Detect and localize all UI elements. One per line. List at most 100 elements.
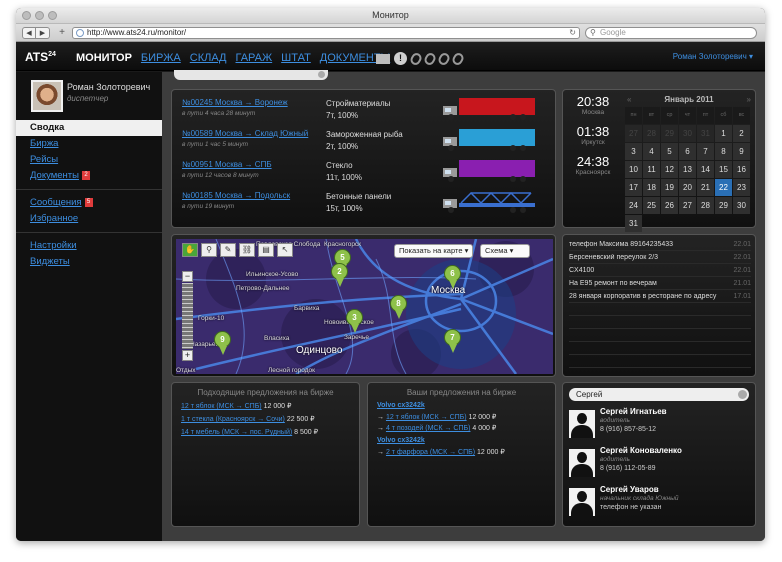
offer-link[interactable]: 12 т яблок (МСК → СПБ)	[181, 403, 262, 410]
hand-icon[interactable]: ✋	[182, 243, 198, 257]
calendar-day[interactable]: 23	[733, 179, 750, 196]
calendar-day[interactable]: 25	[643, 197, 660, 214]
logo[interactable]: ATS24	[25, 50, 56, 64]
order-link[interactable]: №00245 Москва → Воронеж	[182, 98, 288, 107]
next-month-button[interactable]: »	[747, 93, 751, 107]
offer-link[interactable]: 12 т яблок (МСК → СПБ)	[386, 414, 467, 421]
vehicle-pin[interactable]: 2	[331, 263, 348, 288]
back-button[interactable]: ◀	[22, 27, 36, 39]
calendar-day[interactable]: 5	[661, 143, 678, 160]
zoom-out-button[interactable]: −	[182, 271, 193, 282]
calendar-day[interactable]: 24	[625, 197, 642, 214]
sidebar-item-messages[interactable]: Сообщения 5	[16, 195, 162, 211]
paperclip-icon[interactable]	[408, 50, 424, 67]
calendar-day[interactable]: 11	[643, 161, 660, 178]
ruler-icon[interactable]: ✎	[220, 243, 236, 257]
address-bar[interactable]: http://www.ats24.ru/monitor/ ↻	[72, 27, 580, 39]
order-link[interactable]: №00185 Москва → Подольск	[182, 191, 290, 200]
note-row-empty[interactable]	[569, 317, 751, 329]
calendar-day[interactable]: 27	[679, 197, 696, 214]
calendar-day[interactable]: 31	[697, 125, 714, 142]
calendar-day[interactable]: 27	[625, 125, 642, 142]
calendar-day[interactable]: 15	[715, 161, 732, 178]
sidebar-item-exchange[interactable]: Биржа	[16, 136, 162, 152]
calendar-day[interactable]: 1	[715, 125, 732, 142]
calendar-day[interactable]: 29	[715, 197, 732, 214]
calendar-day[interactable]: 20	[679, 179, 696, 196]
note-row[interactable]: Берсеневский переулок 2/3 22.01	[569, 252, 751, 264]
note-row-empty[interactable]	[569, 356, 751, 368]
vehicle-pin[interactable]: 8	[390, 295, 407, 320]
sidebar-item-settings[interactable]: Настройки	[16, 238, 162, 254]
show-on-map-dropdown[interactable]: Показать на карте ▾	[394, 244, 474, 258]
paperclip-icon[interactable]	[422, 50, 438, 67]
note-row[interactable]: телефон Максима 89164235433 22.01	[569, 239, 751, 251]
nav-exchange[interactable]: БИРЖА	[141, 52, 181, 64]
vehicle-pin[interactable]: 7	[444, 329, 461, 354]
calendar-day[interactable]: 17	[625, 179, 642, 196]
calendar-day[interactable]: 29	[661, 125, 678, 142]
calendar-day[interactable]: 30	[733, 197, 750, 214]
zoom-slider[interactable]	[182, 283, 193, 349]
paperclip-icon[interactable]	[450, 50, 466, 67]
calendar-day[interactable]: 31	[625, 215, 642, 232]
calendar-day[interactable]: 21	[697, 179, 714, 196]
note-row-empty[interactable]	[569, 343, 751, 355]
contact-search-input[interactable]: Сергей	[569, 388, 749, 401]
zoom-in-button[interactable]: +	[182, 350, 193, 361]
nav-warehouse[interactable]: СКЛАД	[190, 52, 227, 64]
calendar-day[interactable]: 12	[661, 161, 678, 178]
note-row[interactable]: 28 января корпоратив в ресторане по адре…	[569, 291, 751, 303]
cursor-icon[interactable]: ↖	[277, 243, 293, 257]
contact-card[interactable]: Сергей Игнатьев водитель 8 (916) 857-85-…	[569, 407, 751, 445]
offer-link[interactable]: 4 т позодей (МСК → СПБ)	[386, 425, 471, 432]
global-search-input[interactable]	[174, 70, 328, 80]
mail-icon[interactable]	[376, 53, 390, 64]
map-type-dropdown[interactable]: Схема ▾	[480, 244, 530, 258]
sidebar-item-widgets[interactable]: Виджеты	[16, 254, 162, 270]
calendar-day[interactable]: 18	[643, 179, 660, 196]
vehicle-pin[interactable]: 9	[214, 331, 231, 356]
note-row[interactable]: CX4100 22.01	[569, 265, 751, 277]
contact-card[interactable]: Сергей Коноваленко водитель 8 (916) 112-…	[569, 446, 751, 484]
calendar-day[interactable]: 30	[679, 125, 696, 142]
calendar-day-today[interactable]: 22	[715, 179, 732, 196]
calendar-day[interactable]: 9	[733, 143, 750, 160]
paperclip-icon[interactable]	[436, 50, 452, 67]
offer-link[interactable]: 1 т стекла (Красноярск → Сочи)	[181, 416, 285, 423]
calendar-day[interactable]: 6	[679, 143, 696, 160]
note-row[interactable]: На Е95 ремонт по вечерам 21.01	[569, 278, 751, 290]
calendar-day[interactable]: 2	[733, 125, 750, 142]
nav-staff[interactable]: ШТАТ	[281, 52, 311, 64]
print-icon[interactable]: ▤	[258, 243, 274, 257]
nav-monitor[interactable]: МОНИТОР	[76, 52, 132, 64]
note-row-empty[interactable]	[569, 304, 751, 316]
contact-card[interactable]: Сергей Уваров начальник склада Южный тел…	[569, 485, 751, 523]
sidebar-item-trips[interactable]: Рейсы	[16, 152, 162, 168]
calendar-day[interactable]: 8	[715, 143, 732, 160]
add-bookmark-button[interactable]: +	[56, 27, 68, 39]
reload-icon[interactable]: ↻	[569, 28, 576, 38]
calendar-day[interactable]: 7	[697, 143, 714, 160]
sidebar-item-summary[interactable]: Сводка	[16, 120, 162, 136]
vehicle-pin[interactable]: 3	[346, 309, 363, 334]
link-icon[interactable]: ⛓	[239, 243, 255, 257]
calendar-day[interactable]: 28	[643, 125, 660, 142]
magnifier-icon[interactable]: ⚲	[201, 243, 217, 257]
sidebar-item-favorites[interactable]: Избранное	[16, 211, 162, 227]
clear-icon[interactable]	[318, 71, 325, 78]
alert-icon[interactable]: !	[394, 52, 407, 65]
user-menu[interactable]: Роман Золоторевич ▾	[673, 52, 753, 61]
note-row-empty[interactable]	[569, 330, 751, 342]
calendar-day[interactable]: 19	[661, 179, 678, 196]
prev-month-button[interactable]: «	[627, 93, 631, 107]
nav-garage[interactable]: ГАРАЖ	[236, 52, 273, 64]
calendar-day[interactable]: 28	[697, 197, 714, 214]
vehicle-pin[interactable]: 6	[444, 265, 461, 290]
calendar-day[interactable]: 13	[679, 161, 696, 178]
browser-search-input[interactable]: ⚲ Google	[585, 27, 757, 39]
order-link[interactable]: №00589 Москва → Склад Южный	[182, 129, 308, 138]
order-link[interactable]: №00951 Москва → СПБ	[182, 160, 272, 169]
forward-button[interactable]: ▶	[36, 27, 50, 39]
map[interactable]: Павловская Слобода Красногорск Ильинское…	[176, 239, 553, 374]
